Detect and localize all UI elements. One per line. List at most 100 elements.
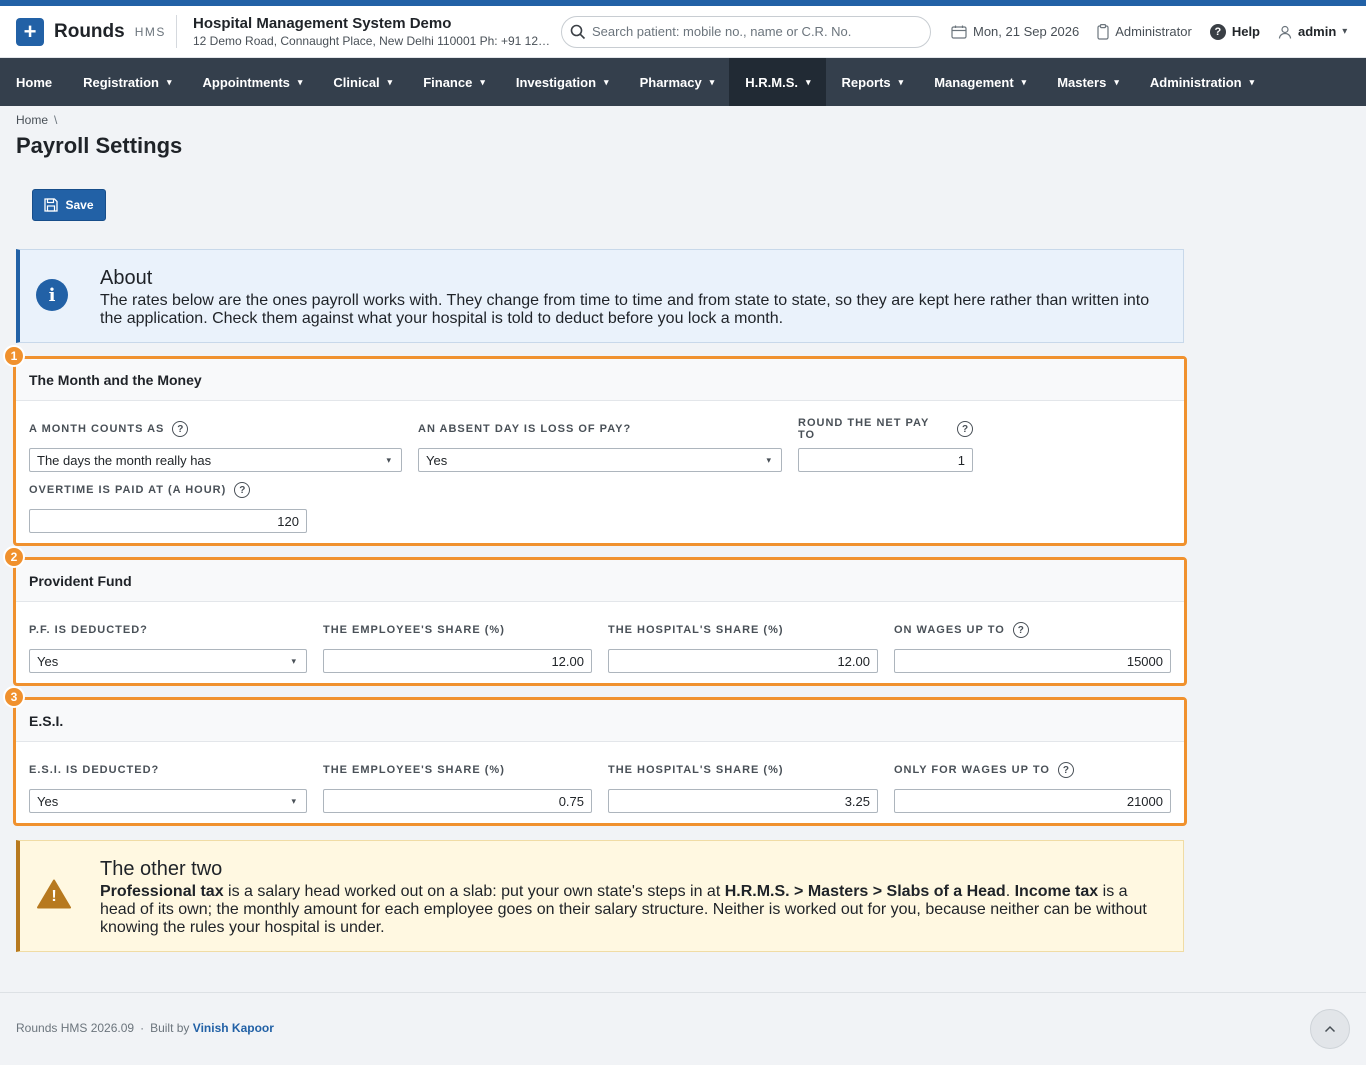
- nav-hrms[interactable]: H.R.M.S. ▾: [729, 58, 826, 106]
- nav-label: Home: [16, 74, 53, 90]
- nav-label: Registration: [83, 74, 159, 90]
- field-month-counts-as: A MONTH COUNTS AS? The days the month re…: [29, 420, 402, 472]
- top-bar: + Rounds HMS Hospital Management System …: [0, 6, 1366, 58]
- help-icon[interactable]: ?: [234, 482, 251, 498]
- nav-investigation[interactable]: Investigation ▾: [500, 58, 624, 106]
- help-icon[interactable]: ?: [172, 421, 189, 437]
- nav-masters[interactable]: Masters ▾: [1041, 58, 1134, 106]
- nav-registration[interactable]: Registration ▾: [67, 58, 186, 106]
- date-display: Mon, 21 Sep 2026: [951, 24, 1079, 39]
- user-menu[interactable]: admin ▾: [1278, 24, 1347, 39]
- save-button[interactable]: Save: [32, 189, 106, 221]
- pf-deducted-select[interactable]: Yes ▾: [29, 649, 307, 673]
- field-label: THE HOSPITAL'S SHARE (%): [608, 624, 784, 636]
- income-tax-label: Income tax: [1014, 883, 1099, 900]
- help-label: Help: [1231, 24, 1260, 39]
- chevron-down-icon: ▾: [291, 655, 296, 666]
- user-icon: [1278, 25, 1292, 39]
- footer-version: Rounds HMS 2026.09: [16, 1021, 135, 1035]
- nav-label: Management: [934, 74, 1014, 90]
- breadcrumb: Home \: [16, 113, 1366, 127]
- esi-wage-ceiling-input[interactable]: 21000: [894, 789, 1171, 813]
- help-icon[interactable]: ?: [1057, 762, 1074, 778]
- field-esi-deducted: E.S.I. IS DEDUCTED? Yes ▾: [29, 761, 307, 813]
- select-value: Yes: [37, 793, 59, 809]
- breadcrumb-home[interactable]: Home: [16, 113, 48, 127]
- chevron-down-icon: ▾: [1021, 76, 1027, 87]
- field-pf-hospital-share: THE HOSPITAL'S SHARE (%) 12.00: [608, 621, 878, 673]
- section-esi: E.S.I. E.S.I. IS DEDUCTED? Yes ▾ THE EMPL…: [13, 697, 1187, 826]
- field-label: OVERTIME IS PAID AT (A HOUR): [29, 484, 227, 496]
- nav-label: H.R.M.S.: [745, 74, 798, 90]
- field-round-net-pay: ROUND THE NET PAY TO? 1: [798, 417, 973, 472]
- patient-search[interactable]: [561, 15, 931, 48]
- nav-appointments[interactable]: Appointments ▾: [187, 58, 318, 106]
- professional-tax-text: is a salary head worked out on a slab: p…: [223, 883, 725, 900]
- chevron-down-icon: ▾: [166, 76, 172, 87]
- separator: .: [1005, 883, 1015, 900]
- role-text: Administrator: [1115, 24, 1192, 39]
- scroll-to-top-button[interactable]: [1310, 1009, 1350, 1049]
- field-label: THE EMPLOYEE'S SHARE (%): [323, 764, 505, 776]
- page-title: Payroll Settings: [16, 133, 183, 158]
- warning-glyph: !: [51, 888, 57, 905]
- absent-day-lop-select[interactable]: Yes ▾: [418, 448, 782, 472]
- other-title: The other two: [100, 858, 223, 880]
- menu-path: H.R.M.S. > Masters > Slabs of a Head: [724, 883, 1006, 900]
- nav-finance[interactable]: Finance ▾: [407, 58, 500, 106]
- nav-home[interactable]: Home: [0, 58, 67, 106]
- esi-employee-share-input[interactable]: 0.75: [323, 789, 592, 813]
- chevron-down-icon: ▾: [709, 76, 715, 87]
- brand[interactable]: + Rounds HMS: [16, 17, 176, 46]
- field-pf-wage-ceiling: ON WAGES UP TO? 15000: [894, 621, 1171, 673]
- nav-pharmacy[interactable]: Pharmacy ▾: [624, 58, 730, 106]
- info-icon: i: [36, 279, 68, 311]
- search-input[interactable]: [592, 24, 912, 39]
- chevron-down-icon: ▾: [1342, 26, 1348, 37]
- nav-management[interactable]: Management ▾: [918, 58, 1041, 106]
- pf-hospital-share-input[interactable]: 12.00: [608, 649, 878, 673]
- hospital-address: 12 Demo Road, Connaught Place, New Delhi…: [193, 34, 553, 48]
- field-pf-employee-share: THE EMPLOYEE'S SHARE (%) 12.00: [323, 621, 592, 673]
- chevron-down-icon: ▾: [1249, 76, 1255, 87]
- chevron-down-icon: ▾: [386, 454, 391, 465]
- breadcrumb-separator: \: [54, 113, 58, 127]
- other-taxes-callout: ! The other two Professional tax is a sa…: [16, 840, 1184, 952]
- chevron-down-icon: ▾: [898, 76, 904, 87]
- help-link[interactable]: ? Help: [1209, 23, 1260, 40]
- field-overtime-rate: OVERTIME IS PAID AT (A HOUR)? 120: [29, 481, 307, 533]
- round-net-pay-input[interactable]: 1: [798, 448, 973, 472]
- footer-author-link[interactable]: Vinish Kapoor: [193, 1021, 274, 1035]
- nav-clinical[interactable]: Clinical ▾: [317, 58, 407, 106]
- select-value: Yes: [426, 452, 448, 468]
- help-icon[interactable]: ?: [957, 421, 973, 437]
- nav-label: Investigation: [515, 74, 597, 90]
- section-title: E.S.I.: [16, 700, 1184, 742]
- nav-administration[interactable]: Administration ▾: [1134, 58, 1269, 106]
- pf-employee-share-input[interactable]: 12.00: [323, 649, 592, 673]
- section-title: The Month and the Money: [16, 359, 1184, 401]
- nav-label: Administration: [1149, 74, 1242, 90]
- field-label: P.F. IS DEDUCTED?: [29, 624, 148, 636]
- step-badge-1: 1: [3, 345, 25, 367]
- brand-name: Rounds: [54, 20, 125, 42]
- about-title: About: [100, 267, 153, 289]
- overtime-rate-input[interactable]: 120: [29, 509, 307, 533]
- esi-hospital-share-input[interactable]: 3.25: [608, 789, 878, 813]
- other-text: Professional tax is a salary head worked…: [100, 883, 1160, 937]
- month-counts-as-select[interactable]: The days the month really has ▾: [29, 448, 402, 472]
- nav-label: Masters: [1057, 74, 1107, 90]
- footer-dot: ·: [140, 1021, 145, 1035]
- field-label: ONLY FOR WAGES UP TO: [894, 764, 1050, 776]
- chevron-down-icon: ▾: [766, 454, 771, 465]
- hospital-name: Hospital Management System Demo: [193, 15, 452, 32]
- pf-wage-ceiling-input[interactable]: 15000: [894, 649, 1171, 673]
- chevron-down-icon: ▾: [297, 76, 303, 87]
- esi-deducted-select[interactable]: Yes ▾: [29, 789, 307, 813]
- field-label: THE HOSPITAL'S SHARE (%): [608, 764, 784, 776]
- user-name: admin: [1298, 24, 1337, 39]
- select-value: Yes: [37, 653, 59, 669]
- help-icon[interactable]: ?: [1012, 622, 1029, 638]
- search-icon: [570, 24, 586, 39]
- nav-reports[interactable]: Reports ▾: [826, 58, 919, 106]
